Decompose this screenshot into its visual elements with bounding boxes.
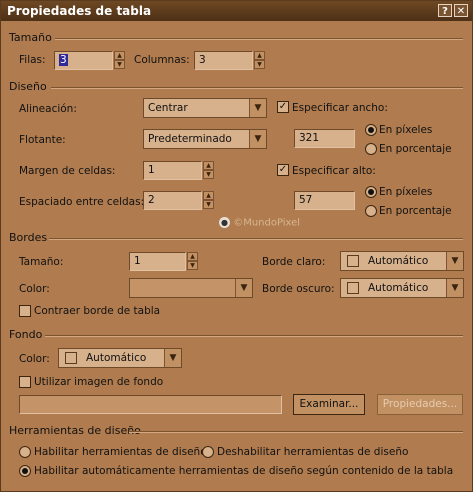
spin-down-icon[interactable]: ▼ xyxy=(114,60,125,69)
collapse-border-checkbox[interactable] xyxy=(19,305,31,317)
bg-color-label: Color: xyxy=(19,353,50,365)
border-size-label: Tamaño: xyxy=(19,256,64,268)
bg-image-path-input[interactable] xyxy=(19,395,282,414)
chevron-down-icon[interactable]: ▼ xyxy=(446,252,463,270)
border-color-label: Color: xyxy=(19,283,50,295)
auto-tools-radio[interactable] xyxy=(19,465,31,477)
section-borders-title: Bordes xyxy=(9,231,48,244)
specify-width-label: Especificar ancho: xyxy=(292,102,388,114)
spin-up-icon[interactable]: ▲ xyxy=(203,191,214,200)
columns-spinner[interactable]: ▲ ▼ xyxy=(254,51,265,70)
columns-input[interactable]: 3 xyxy=(194,51,253,70)
chevron-down-icon[interactable]: ▼ xyxy=(249,130,266,148)
section-tools-title: Herramientas de diseño xyxy=(9,424,141,437)
properties-button[interactable]: Propiedades... xyxy=(377,394,463,415)
light-border-label: Borde claro: xyxy=(262,256,326,268)
table-properties-dialog: Propiedades de tabla ? ✕ Tamaño Filas: 3… xyxy=(0,0,473,492)
spin-down-icon[interactable]: ▼ xyxy=(187,261,198,270)
enable-tools-radio[interactable] xyxy=(19,446,31,458)
bg-image-label: Utilizar imagen de fondo xyxy=(34,376,164,388)
width-pixels-label: En píxeles xyxy=(379,124,433,136)
chevron-down-icon[interactable]: ▼ xyxy=(164,349,181,367)
light-border-value: Automático xyxy=(368,255,429,267)
columns-label: Columnas: xyxy=(134,54,190,66)
cell-padding-spinner[interactable]: ▲ ▼ xyxy=(203,161,214,180)
float-value: Predeterminado xyxy=(148,133,232,145)
section-background-title: Fondo xyxy=(9,328,43,341)
float-label: Flotante: xyxy=(19,134,66,146)
collapse-border-label: Contraer borde de tabla xyxy=(34,305,161,317)
specify-height-label: Especificar alto: xyxy=(292,165,376,177)
height-input[interactable]: 57 xyxy=(294,191,355,210)
section-divider xyxy=(55,38,463,40)
window-title: Propiedades de tabla xyxy=(7,4,152,18)
height-pixels-radio[interactable] xyxy=(365,186,377,198)
bg-color-value: Automático xyxy=(86,352,147,364)
cell-padding-input[interactable]: 1 xyxy=(143,161,202,180)
dark-border-select[interactable]: Automático ▼ xyxy=(340,278,464,298)
watermark-text: ©MundoPixel xyxy=(233,217,301,229)
spin-up-icon[interactable]: ▲ xyxy=(254,51,265,60)
border-size-spinner[interactable]: ▲ ▼ xyxy=(187,252,198,271)
browse-button[interactable]: Examinar... xyxy=(293,394,365,415)
section-divider xyxy=(51,87,463,89)
width-input[interactable]: 321 xyxy=(294,129,355,148)
border-size-input[interactable]: 1 xyxy=(129,252,186,271)
cell-padding-label: Margen de celdas: xyxy=(19,165,116,177)
dark-border-label: Borde oscuro: xyxy=(262,283,335,295)
height-percent-label: En porcentaje xyxy=(379,205,452,217)
specify-height-checkbox[interactable]: ✓ xyxy=(277,164,289,176)
width-percent-radio[interactable] xyxy=(365,143,377,155)
title-bar: Propiedades de tabla ? ✕ xyxy=(1,1,472,21)
spin-up-icon[interactable]: ▲ xyxy=(203,161,214,170)
section-divider xyxy=(45,335,463,337)
alignment-select[interactable]: Centrar ▼ xyxy=(143,98,267,118)
color-swatch xyxy=(65,352,77,364)
spin-down-icon[interactable]: ▼ xyxy=(203,170,214,179)
enable-tools-label: Habilitar herramientas de diseño xyxy=(34,446,207,458)
watermark-logo: ● ©MundoPixel xyxy=(219,217,300,229)
auto-tools-label: Habilitar automáticamente herramientas d… xyxy=(34,465,454,477)
chevron-down-icon[interactable]: ▼ xyxy=(446,279,463,297)
rows-spinner[interactable]: ▲ ▼ xyxy=(114,51,125,70)
light-border-select[interactable]: Automático ▼ xyxy=(340,251,464,271)
close-button[interactable]: ✕ xyxy=(454,4,468,17)
disable-tools-radio[interactable] xyxy=(202,446,214,458)
section-size-title: Tamaño xyxy=(9,31,52,44)
help-button[interactable]: ? xyxy=(438,4,452,17)
cell-spacing-label: Espaciado entre celdas: xyxy=(19,196,145,208)
dark-border-value: Automático xyxy=(368,282,429,294)
color-swatch xyxy=(347,255,359,267)
section-divider xyxy=(129,431,463,433)
alignment-value: Centrar xyxy=(148,102,188,114)
color-swatch xyxy=(347,282,359,294)
rows-value: 3 xyxy=(59,54,68,66)
chevron-down-icon[interactable]: ▼ xyxy=(235,279,252,297)
width-percent-label: En porcentaje xyxy=(379,143,452,155)
bg-image-checkbox[interactable] xyxy=(19,376,31,388)
spin-down-icon[interactable]: ▼ xyxy=(254,60,265,69)
section-divider xyxy=(49,238,463,240)
rows-input[interactable]: 3 xyxy=(54,51,113,70)
rows-label: Filas: xyxy=(19,54,46,66)
spin-down-icon[interactable]: ▼ xyxy=(203,200,214,209)
spin-up-icon[interactable]: ▲ xyxy=(114,51,125,60)
height-pixels-label: En píxeles xyxy=(379,186,433,198)
border-color-select[interactable]: ▼ xyxy=(129,278,253,298)
float-select[interactable]: Predeterminado ▼ xyxy=(143,129,267,149)
section-design-title: Diseño xyxy=(9,80,47,93)
chevron-down-icon[interactable]: ▼ xyxy=(249,99,266,117)
cell-spacing-spinner[interactable]: ▲ ▼ xyxy=(203,191,214,210)
disable-tools-label: Deshabilitar herramientas de diseño xyxy=(217,446,409,458)
watermark-icon: ● xyxy=(219,217,230,228)
height-percent-radio[interactable] xyxy=(365,205,377,217)
alignment-label: Alineación: xyxy=(19,103,77,115)
spin-up-icon[interactable]: ▲ xyxy=(187,252,198,261)
specify-width-checkbox[interactable]: ✓ xyxy=(277,101,289,113)
width-pixels-radio[interactable] xyxy=(365,124,377,136)
bg-color-select[interactable]: Automático ▼ xyxy=(58,348,182,368)
cell-spacing-input[interactable]: 2 xyxy=(143,191,202,210)
